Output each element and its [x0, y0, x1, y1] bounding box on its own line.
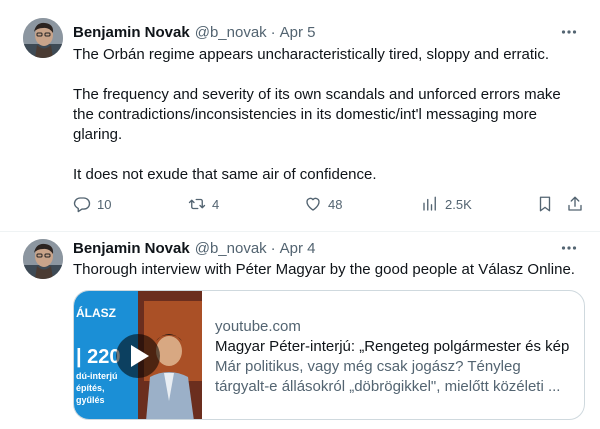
bookmark-icon: [539, 196, 551, 212]
separator-dot: ·: [270, 23, 276, 41]
bookmark-button[interactable]: [536, 192, 554, 216]
tweet-paragraph: The Orbán regime appears uncharacteristi…: [73, 46, 550, 63]
reply-count: 10: [97, 196, 112, 212]
views-icon: [423, 196, 436, 211]
more-icon: [561, 246, 577, 250]
tweet-actions: 10 4 48 2.5K: [73, 192, 584, 216]
views-count: 2.5K: [445, 196, 472, 212]
avatar-photo: [23, 239, 63, 279]
author-name[interactable]: Benjamin Novak: [73, 240, 190, 257]
separator-dot: ·: [270, 239, 276, 257]
tweet-text: Thorough interview with Péter Magyar by …: [73, 260, 580, 280]
retweet-icon: [188, 198, 206, 210]
heart-icon: [306, 197, 320, 211]
video-thumbnail[interactable]: ÁLASZ | 220 dú-interjú építés, gyűlés: [74, 291, 202, 419]
thumbnail-image: ÁLASZ | 220 dú-interjú építés, gyűlés: [74, 291, 202, 419]
thumb-text: dú-interjú: [76, 371, 118, 381]
tweet-paragraph: The frequency and severity of its own sc…: [73, 86, 561, 143]
more-icon: [561, 30, 577, 34]
tweet-date[interactable]: Apr 4: [280, 240, 316, 257]
views-button[interactable]: 2.5K: [421, 192, 472, 216]
tweet-header: Benjamin Novak @b_novak · Apr 5: [73, 21, 580, 43]
link-preview-card[interactable]: ÁLASZ | 220 dú-interjú építés, gyűlés yo…: [73, 290, 585, 420]
share-button[interactable]: [566, 192, 584, 216]
like-count: 48: [328, 196, 343, 212]
reply-button[interactable]: 10: [73, 192, 111, 216]
avatar-photo: [23, 18, 63, 58]
card-domain: youtube.com: [215, 318, 301, 335]
retweet-count: 4: [212, 196, 220, 212]
thumb-text: építés,: [76, 383, 105, 393]
tweet-header: Benjamin Novak @b_novak · Apr 4: [73, 237, 580, 259]
author-name[interactable]: Benjamin Novak: [73, 24, 190, 41]
card-description-line: tárgyalt-e állásokról „döbrögikkel", mie…: [215, 378, 561, 395]
tweet-paragraph: It does not exude that same air of confi…: [73, 166, 377, 183]
card-description: Már politikus, vagy még csak jogász? Tén…: [215, 357, 576, 397]
tweet-date[interactable]: Apr 5: [280, 24, 316, 41]
card-text: youtube.com Magyar Péter-interjú: „Renge…: [215, 317, 576, 397]
card-title: Magyar Péter-interjú: „Rengeteg polgárme…: [215, 338, 570, 355]
thumb-text: ÁLASZ: [76, 305, 116, 320]
share-icon: [568, 196, 582, 211]
tweet-text: The Orbán regime appears uncharacteristi…: [73, 45, 580, 185]
more-options-button[interactable]: [558, 237, 580, 259]
tweet[interactable]: Benjamin Novak @b_novak · Apr 5 The Orbá…: [0, 0, 600, 232]
thumb-text: gyűlés: [76, 395, 105, 405]
retweet-button[interactable]: 4: [188, 192, 219, 216]
reply-icon: [73, 197, 91, 213]
more-options-button[interactable]: [558, 21, 580, 43]
tweet-paragraph: Thorough interview with Péter Magyar by …: [73, 261, 575, 278]
avatar[interactable]: [23, 18, 63, 58]
tweet[interactable]: Benjamin Novak @b_novak · Apr 4 Thorough…: [0, 232, 600, 429]
thumb-text: | 220: [76, 346, 121, 368]
card-description-line: Már politikus, vagy még csak jogász? Tén…: [215, 358, 521, 375]
like-button[interactable]: 48: [304, 192, 342, 216]
avatar[interactable]: [23, 239, 63, 279]
author-handle[interactable]: @b_novak: [195, 240, 267, 257]
play-icon[interactable]: [116, 334, 160, 378]
author-handle[interactable]: @b_novak: [195, 24, 267, 41]
